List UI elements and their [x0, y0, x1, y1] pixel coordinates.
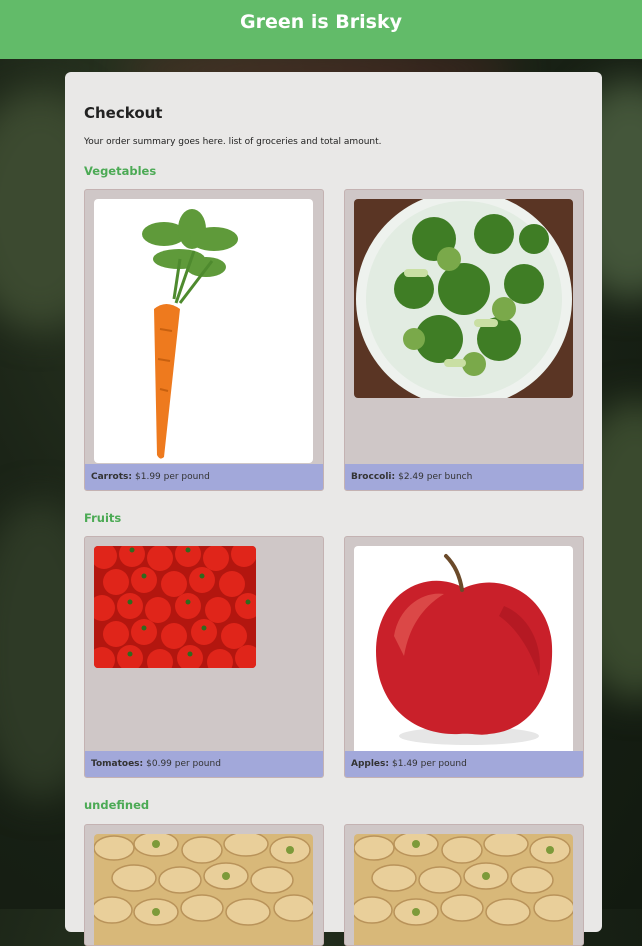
pistachios-photo [354, 834, 573, 945]
carrot-photo [94, 199, 313, 463]
product-card-pistachios-1[interactable] [84, 824, 324, 946]
pistachios-photo [94, 834, 313, 945]
order-summary-text: Your order summary goes here. list of gr… [84, 137, 382, 147]
carrots-name: Carrots: [91, 472, 132, 482]
apple-photo [354, 546, 573, 758]
broccoli-name: Broccoli: [351, 472, 396, 482]
section-title-vegetables: Vegetables [84, 164, 157, 178]
app-title: Green is Brisky [239, 10, 402, 33]
broccoli-price: $2.49 per bunch [398, 472, 473, 482]
apples-price: $1.49 per pound [392, 759, 467, 769]
section-title-undefined: undefined [84, 798, 150, 812]
broccoli-caption: Broccoli: $2.49 per bunch [345, 464, 583, 490]
broccoli-photo [354, 199, 573, 398]
carrots-price: $1.99 per pound [135, 472, 210, 482]
product-card-pistachios-2[interactable] [344, 824, 584, 946]
app-header: Green is Brisky [0, 0, 642, 59]
product-card-carrots[interactable]: Carrots: $1.99 per pound [84, 189, 324, 491]
tomatoes-name: Tomatoes: [91, 759, 144, 769]
carrots-caption: Carrots: $1.99 per pound [85, 464, 323, 490]
apples-caption: Apples: $1.49 per pound [345, 751, 583, 777]
product-card-broccoli[interactable]: Broccoli: $2.49 per bunch [344, 189, 584, 491]
product-card-apples[interactable]: Apples: $1.49 per pound [344, 536, 584, 778]
tomatoes-price: $0.99 per pound [146, 759, 221, 769]
product-card-tomatoes[interactable]: Tomatoes: $0.99 per pound [84, 536, 324, 778]
apples-name: Apples: [351, 759, 389, 769]
checkout-card: Checkout Your order summary goes here. l… [65, 72, 602, 946]
checkout-heading: Checkout [84, 104, 163, 122]
section-title-fruits: Fruits [84, 511, 122, 525]
tomatoes-photo [94, 546, 256, 668]
tomatoes-caption: Tomatoes: $0.99 per pound [85, 751, 323, 777]
